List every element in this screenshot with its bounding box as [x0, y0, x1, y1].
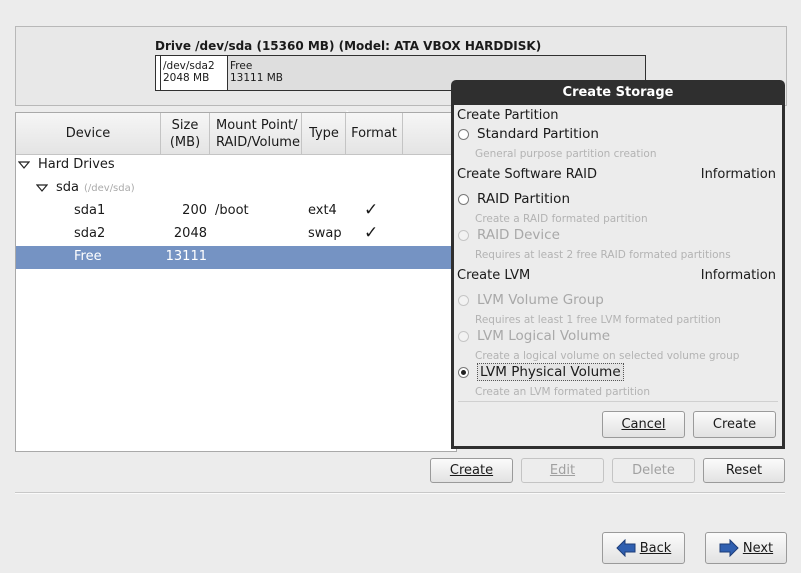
option-description: General purpose partition creation — [475, 148, 657, 160]
column-header-format[interactable]: Format — [346, 113, 403, 154]
format-check-icon: ✓ — [364, 200, 379, 220]
option-raid-device[interactable]: RAID Device — [458, 227, 560, 243]
tree-row-hard-drives[interactable]: Hard Drives — [16, 154, 456, 177]
cell-size: 200 — [182, 203, 207, 218]
edit-button[interactable]: Edit — [521, 458, 604, 483]
option-description: Requires at least 2 free RAID formated p… — [475, 249, 731, 261]
option-description: Requires at least 1 free LVM formated pa… — [475, 314, 721, 326]
column-header-type[interactable]: Type — [303, 113, 346, 154]
option-label: RAID Partition — [477, 191, 570, 207]
information-link[interactable]: Information — [701, 167, 776, 182]
option-lvm-logical-volume[interactable]: LVM Logical Volume — [458, 328, 610, 344]
cell-mount: /boot — [215, 203, 249, 218]
table-row-free[interactable]: Free 13111 — [16, 246, 456, 269]
option-standard-partition[interactable]: Standard Partition — [458, 126, 599, 142]
reset-button[interactable]: Reset — [703, 458, 785, 483]
back-arrow-icon — [616, 539, 636, 557]
option-description: Create a RAID formated partition — [475, 213, 648, 225]
divider — [15, 492, 785, 494]
cell-device: sda1 — [74, 203, 106, 218]
expander-down-icon[interactable] — [17, 159, 31, 174]
radio-icon[interactable] — [458, 128, 469, 140]
option-raid-partition[interactable]: RAID Partition — [458, 191, 570, 207]
dialog-body: Create Partition Standard Partition Gene… — [454, 105, 782, 446]
column-header-size[interactable]: Size (MB) — [161, 113, 210, 154]
next-arrow-icon — [719, 539, 739, 557]
option-label: LVM Physical Volume — [477, 363, 624, 381]
back-button[interactable]: Back — [602, 532, 685, 564]
radio-icon[interactable] — [458, 294, 469, 306]
radio-icon[interactable] — [458, 229, 469, 241]
radio-icon[interactable] — [458, 193, 469, 205]
information-link[interactable]: Information — [701, 268, 776, 283]
expander-down-icon[interactable] — [35, 182, 49, 197]
create-storage-dialog: Create Storage Create Partition Standard… — [451, 80, 785, 449]
cell-type: ext4 — [308, 203, 337, 218]
radio-icon[interactable] — [458, 330, 469, 342]
option-label: Standard Partition — [477, 126, 599, 142]
partition-segment-sda2[interactable]: /dev/sda2 2048 MB — [161, 56, 228, 90]
cell-type: swap — [308, 226, 342, 241]
option-lvm-volume-group[interactable]: LVM Volume Group — [458, 292, 604, 308]
delete-button[interactable]: Delete — [612, 458, 695, 483]
dialog-title: Create Storage — [562, 84, 674, 100]
option-label: LVM Volume Group — [477, 292, 604, 308]
segment-name: /dev/sda2 — [163, 60, 215, 72]
tree-row-sda[interactable]: sda (/dev/sda) — [16, 177, 456, 200]
segment-name: Free — [230, 60, 253, 72]
dialog-cancel-button[interactable]: Cancel — [602, 411, 685, 438]
cell-size: 13111 — [165, 249, 207, 264]
option-label: LVM Logical Volume — [477, 328, 611, 344]
drive-title: Drive /dev/sda (15360 MB) (Model: ATA VB… — [155, 39, 542, 53]
column-header-mount-point[interactable]: Mount Point/RAID/Volume — [210, 113, 302, 154]
tree-label-sda-path: (/dev/sda) — [84, 183, 135, 194]
next-button[interactable]: Next — [705, 532, 787, 564]
cell-size: 2048 — [173, 226, 207, 241]
format-check-icon: ✓ — [364, 223, 379, 243]
cell-device: sda2 — [74, 226, 106, 241]
option-label: RAID Device — [477, 227, 560, 243]
dialog-divider — [458, 401, 778, 402]
device-tree-table[interactable]: Device Size (MB) Mount Point/RAID/Volume … — [15, 112, 457, 452]
section-create-software-raid: Create Software RAID — [457, 167, 598, 182]
dialog-create-button[interactable]: Create — [693, 411, 776, 438]
section-create-partition: Create Partition — [457, 108, 559, 123]
radio-selected-icon[interactable] — [458, 366, 469, 378]
option-lvm-physical-volume[interactable]: LVM Physical Volume — [458, 363, 624, 381]
tree-label-hard-drives: Hard Drives — [38, 157, 115, 172]
segment-size: 2048 MB — [163, 72, 210, 84]
table-header: Device Size (MB) Mount Point/RAID/Volume … — [16, 113, 456, 155]
table-row-sda2[interactable]: sda2 2048 swap ✓ — [16, 223, 456, 246]
create-button[interactable]: Create — [430, 458, 513, 483]
table-row-sda1[interactable]: sda1 200 /boot ext4 ✓ — [16, 200, 456, 223]
tree-label-sda: sda — [56, 180, 79, 195]
option-description: Create an LVM formated partition — [475, 386, 650, 398]
option-description: Create a logical volume on selected volu… — [475, 350, 740, 362]
column-header-device[interactable]: Device — [16, 113, 161, 154]
cell-device: Free — [74, 249, 102, 264]
section-create-lvm: Create LVM — [457, 268, 531, 283]
